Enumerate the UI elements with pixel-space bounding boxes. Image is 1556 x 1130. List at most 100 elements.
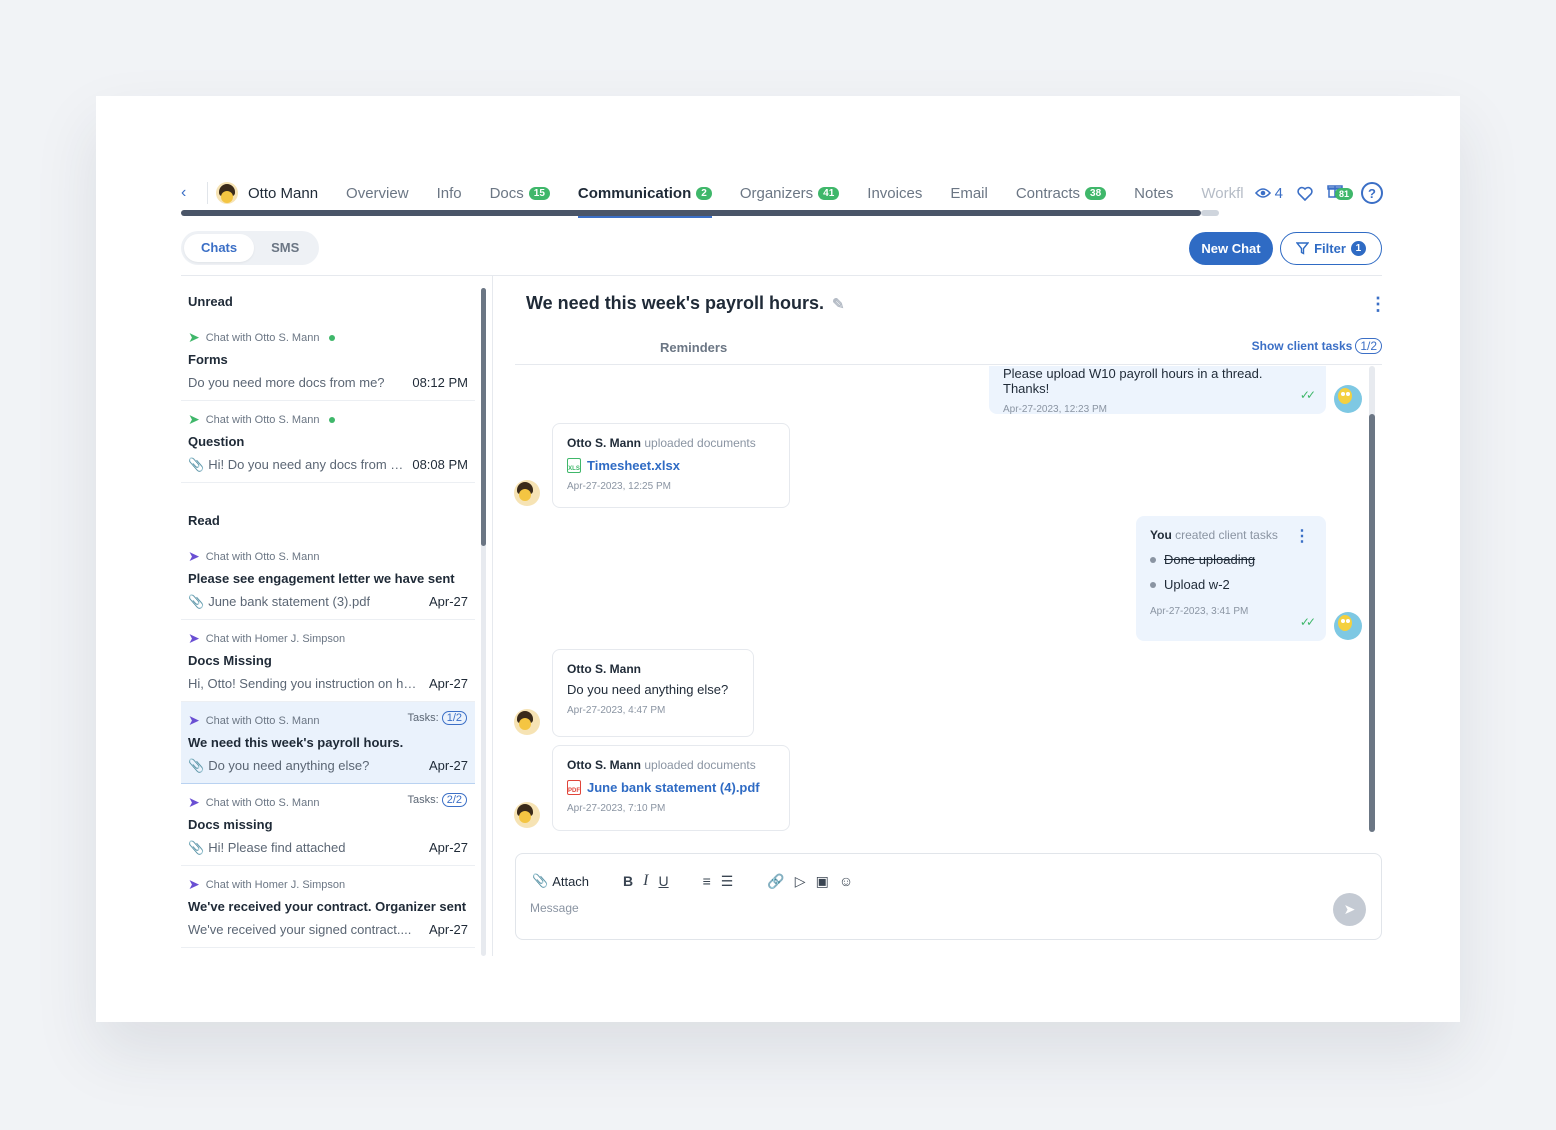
list-item[interactable]: ➤ Chat with Otto S. Mann Please see engag… [181,538,475,620]
viewers[interactable]: 4 [1254,185,1283,202]
send-icon: ➤ [188,712,200,728]
count-badge: 15 [528,186,550,200]
message-input[interactable]: Message [530,901,579,915]
client-panel: ‹ Otto Mann Overview Info Docs 15 Communi… [96,96,1460,1022]
paperclip-icon: 📎 [188,758,205,773]
chat-preview: Do you need more docs from me? [188,375,385,390]
show-client-tasks-link[interactable]: Show client tasks 1/2 [1252,338,1382,354]
client-avatar [514,802,540,828]
client-avatar [216,182,238,204]
list-item-selected[interactable]: ➤ Chat with Otto S. Mann Tasks: 1/2 We nee… [181,702,475,784]
underline-icon[interactable]: U [659,873,669,889]
message-composer: 📎 Attach B I U ≡ ☰ 🔗 ▷ ▣ ☺ Message ➤ [515,853,1382,940]
image-icon[interactable]: ▣ [816,873,829,890]
chat-subject: Please see engagement letter we have sen… [188,571,455,586]
read-checkmark-icon: ✓✓ [1299,388,1316,402]
filter-count-badge: 1 [1350,241,1366,256]
list-item[interactable]: ➤ Chat with Homer J. Simpson Docs Missing… [181,620,475,702]
task-more-icon[interactable]: ⋮ [1294,526,1310,546]
message-incoming: Otto S. Mann Do you need anything else? … [552,649,754,737]
unread-dot [329,416,336,423]
link-icon[interactable]: 🔗 [767,873,784,890]
tab-chat[interactable]: ​ [515,340,541,355]
channel-toggle: Chats SMS [181,231,320,265]
nav-separator [207,182,208,204]
tabs-scrollbar[interactable] [181,210,1219,216]
back-chevron-icon[interactable]: ‹ [181,184,201,202]
client-avatar [514,480,540,506]
segment-chats[interactable]: Chats [184,234,255,262]
ordered-list-icon[interactable]: ≡ [703,873,711,889]
task-item: Upload w-2 [1150,577,1312,592]
read-checkmark-icon: ✓✓ [1299,615,1316,629]
formatting-toolbar: 📎 Attach B I U ≡ ☰ 🔗 ▷ ▣ ☺ [532,872,853,890]
chat-subtabs: ​ Reminders Show client tasks1/2 [515,328,1382,365]
list-item[interactable]: ➤ Chat with Homer J. Simpson We've receiv… [181,866,475,948]
list-item[interactable]: ➤ Chat with Otto S. Mann Question 📎 Hi! Do… [181,401,475,483]
send-button[interactable]: ➤ [1333,893,1366,926]
read-header: Read [188,513,220,528]
list-item[interactable]: ➤ Chat with Otto S. Mann Tasks: 2/2 Docs m… [181,784,475,866]
send-icon: ➤ [188,630,200,646]
message-incoming-file: Otto S. Mann uploaded documents PDF June … [552,745,790,831]
count-badge: 41 [818,186,840,200]
bullet-list-icon[interactable]: ☰ [721,873,734,890]
tasks-progress: Tasks: 1/2 [408,711,467,725]
chat-list-scrollbar[interactable] [481,288,486,956]
list-item[interactable]: ➤ Chat with Otto S. Mann Forms Do you nee… [181,319,475,401]
heart-icon[interactable] [1297,186,1313,201]
chat-more-icon[interactable]: ⋮ [1369,294,1387,315]
count-badge: 2 [696,186,712,200]
staff-avatar [1334,385,1362,413]
chat-date: Apr-27 [428,594,468,609]
xls-file-icon: XLS [567,458,581,473]
segment-sms[interactable]: SMS [254,234,316,262]
chat-subject: Question [188,434,245,449]
new-chat-button[interactable]: New Chat [1189,232,1273,265]
pane-divider [492,276,493,956]
chat-preview: Hi! Do you need any docs from me t... [208,457,407,472]
filter-button[interactable]: Filter 1 [1280,232,1382,265]
gift-badge: 81 [1335,188,1354,200]
chat-subject: We need this week's payroll hours. [188,735,404,750]
attach-button[interactable]: 📎 Attach [532,873,589,889]
paperclip-icon: 📎 [188,840,205,855]
send-icon: ➤ [1343,901,1356,917]
client-name[interactable]: Otto Mann [248,185,318,202]
eye-icon [1254,188,1271,198]
unread-dot [329,334,336,341]
tab-reminders[interactable]: Reminders [660,340,727,355]
chat-preview: Hi! Please find attached [208,840,346,855]
pdf-file-icon: PDF [567,780,581,795]
emoji-icon[interactable]: ☺ [839,873,853,889]
chat-preview: Hi, Otto! Sending you instruction on how… [188,676,418,691]
send-icon: ➤ [188,548,200,564]
message-tasks: You created client tasks ⋮ Done uploadin… [1136,516,1326,641]
message-outgoing: Please upload W10 payroll hours in a thr… [989,366,1326,415]
filter-label: Filter [1314,241,1346,256]
edit-pencil-icon[interactable]: ✎ [832,295,845,313]
gift-button[interactable]: 81 [1327,178,1354,208]
nav-actions: 4 81 ? [1254,168,1383,218]
chat-date: Apr-27 [428,758,468,773]
chat-scrollbar[interactable] [1369,366,1375,832]
tasks-progress: Tasks: 2/2 [408,793,467,807]
video-icon[interactable]: ▷ [795,873,806,890]
chat-date: Apr-27 [428,840,468,855]
chat-subject: Docs Missing [188,653,272,668]
chat-date: Apr-27 [428,676,468,691]
file-attachment[interactable]: PDF June bank statement (4).pdf [567,780,775,795]
message-incoming-file: Otto S. Mann uploaded documents XLS Times… [552,423,790,508]
chat-list: Unread ➤ Chat with Otto S. Mann Forms Do … [181,276,475,956]
staff-avatar [1334,612,1362,640]
file-attachment[interactable]: XLS Timesheet.xlsx [567,458,775,473]
send-icon: ➤ [188,876,200,892]
help-icon[interactable]: ? [1361,182,1383,204]
count-badge: 38 [1085,186,1107,200]
filter-icon [1296,242,1310,255]
chat-date: 08:08 PM [412,457,468,472]
italic-icon[interactable]: I [643,872,648,890]
send-icon: ➤ [188,411,200,427]
bold-icon[interactable]: B [623,873,633,889]
task-item: Done uploading [1150,552,1312,567]
